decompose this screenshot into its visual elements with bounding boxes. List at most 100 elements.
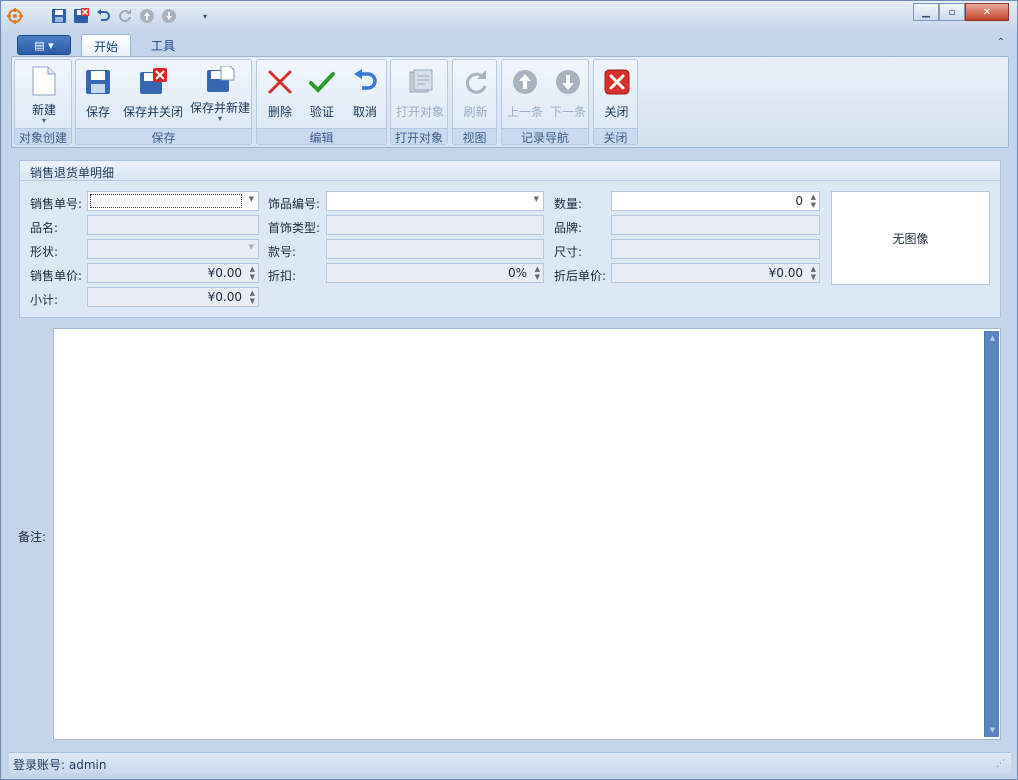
remarks-textarea[interactable]: ▲ ▼ [53, 328, 1001, 740]
close-red-icon [601, 66, 633, 98]
undo-icon [349, 66, 381, 98]
title-bar: ▾ ▁ ▫ ✕ [1, 1, 1017, 31]
group-close: 关闭 关闭 [593, 59, 638, 145]
group-object-create: 新建 ▾ 对象创建 [14, 59, 72, 145]
group-title: 保存 [76, 128, 251, 145]
spin-arrows-icon[interactable]: ▲ ▼ [250, 289, 255, 305]
remarks-scrollbar[interactable]: ▲ ▼ [984, 331, 999, 737]
app-orb-icon[interactable] [5, 6, 25, 26]
group-title: 打开对象 [391, 128, 447, 145]
new-document-icon [28, 66, 60, 96]
discounted-price-spinner[interactable]: ¥0.00 ▲ ▼ [611, 263, 820, 283]
customize-icon[interactable]: ▾ [195, 6, 215, 26]
delete-button[interactable]: 删除 [261, 62, 299, 122]
style-no-label: 款号: [268, 245, 297, 259]
product-name-field[interactable] [87, 215, 259, 235]
main-window: ▾ ▁ ▫ ✕ ▤ ▾ 开始 工具 ⌃ 新建 ▾ 对象创建 保存 保存并关闭 保… [0, 0, 1018, 780]
focus-rect [90, 194, 242, 208]
save-and-new-button[interactable]: 保存并新建 ▾ [190, 62, 250, 123]
minimize-button[interactable]: ▁ [913, 3, 939, 21]
sales-no-combobox[interactable]: ▼ [87, 191, 259, 211]
ribbon: 新建 ▾ 对象创建 保存 保存并关闭 保存并新建 ▾ 保存 删除 验证 取消 编… [11, 56, 1009, 148]
dropdown-caret-icon: ▾ [41, 116, 46, 125]
unit-price-label: 销售单价: [30, 269, 83, 283]
quick-access-toolbar: ▾ [5, 4, 217, 28]
open-object-icon [404, 66, 436, 98]
quantity-label: 数量: [554, 197, 583, 211]
jewelry-type-label: 首饰类型: [268, 221, 321, 235]
window-controls: ▁ ▫ ✕ [913, 3, 1009, 21]
brand-label: 品牌: [554, 221, 583, 235]
refresh-button[interactable]: 刷新 [455, 62, 496, 122]
discount-label: 折扣: [268, 269, 297, 283]
item-image: 无图像 [831, 191, 990, 285]
group-title: 对象创建 [15, 128, 71, 145]
new-button[interactable]: 新建 ▾ [21, 62, 67, 125]
remarks-label: 备注: [18, 530, 47, 544]
validate-button[interactable]: 验证 [303, 62, 341, 122]
quantity-spinner[interactable]: 0 ▲ ▼ [611, 191, 820, 211]
panel-title: 销售退货单明细 [20, 161, 1000, 181]
spin-arrows-icon[interactable]: ▲ ▼ [535, 265, 540, 281]
maximize-button[interactable]: ▫ [939, 3, 965, 21]
save-and-close-button[interactable]: 保存并关闭 [122, 62, 184, 122]
dropdown-arrow-icon[interactable]: ▼ [249, 195, 254, 203]
close-button[interactable]: 关闭 [596, 62, 637, 122]
scroll-down-icon[interactable]: ▼ [985, 723, 1000, 737]
brand-field[interactable] [611, 215, 820, 235]
status-bar: 登录账号: admin ⋰ [9, 752, 1011, 774]
subtotal-label: 小计: [30, 293, 59, 307]
unit-price-spinner[interactable]: ¥0.00 ▲ ▼ [87, 263, 259, 283]
shape-combobox[interactable]: ▼ [87, 239, 259, 259]
scroll-up-icon[interactable]: ▲ [985, 331, 1000, 345]
size-label: 尺寸: [554, 245, 583, 259]
undo-icon[interactable] [93, 6, 113, 26]
open-object-button[interactable]: 打开对象 [393, 62, 447, 122]
floppy-save-icon [82, 66, 114, 98]
discounted-price-label: 折后单价: [554, 269, 607, 283]
sales-no-label: 销售单号: [30, 197, 83, 211]
next-record-button[interactable]: 下一条 [547, 62, 589, 122]
cancel-button[interactable]: 取消 [346, 62, 384, 122]
dropdown-arrow-icon[interactable]: ▼ [534, 195, 539, 203]
up-icon[interactable] [137, 6, 157, 26]
group-title: 视图 [453, 128, 496, 145]
dropdown-arrow-icon[interactable]: ▼ [249, 243, 254, 251]
group-edit: 删除 验证 取消 编辑 [256, 59, 387, 145]
dropdown-caret-icon: ▾ [217, 114, 222, 123]
style-no-field[interactable] [326, 239, 544, 259]
save-icon[interactable] [49, 6, 69, 26]
item-code-combobox[interactable]: ▼ [326, 191, 544, 211]
tab-start[interactable]: 开始 [81, 34, 132, 57]
discount-spinner[interactable]: 0% ▲ ▼ [326, 263, 544, 283]
ribbon-tab-row: ▤ ▾ 开始 工具 ⌃ [11, 33, 1009, 57]
subtotal-spinner[interactable]: ¥0.00 ▲ ▼ [87, 287, 259, 307]
group-view: 刷新 视图 [452, 59, 497, 145]
arrow-up-icon [509, 66, 541, 98]
save-button[interactable]: 保存 [80, 62, 116, 122]
application-menu-button[interactable]: ▤ ▾ [17, 35, 71, 55]
delete-x-icon [264, 66, 296, 98]
down-icon[interactable] [159, 6, 179, 26]
jewelry-type-field[interactable] [326, 215, 544, 235]
save-new-icon [204, 66, 236, 94]
spin-arrows-icon[interactable]: ▲ ▼ [250, 265, 255, 281]
arrow-down-icon [552, 66, 584, 98]
spin-arrows-icon[interactable]: ▲ ▼ [811, 193, 816, 209]
shape-label: 形状: [30, 245, 59, 259]
size-field[interactable] [611, 239, 820, 259]
save-close-icon[interactable] [71, 6, 91, 26]
login-account-text: 登录账号: admin [13, 758, 107, 772]
collapse-ribbon-icon[interactable]: ⌃ [997, 37, 1005, 48]
resize-grip-icon[interactable]: ⋰ [996, 759, 1005, 769]
close-window-button[interactable]: ✕ [965, 3, 1009, 21]
group-record-nav: 上一条 下一条 记录导航 [501, 59, 589, 145]
spin-arrows-icon[interactable]: ▲ ▼ [811, 265, 816, 281]
redo-icon[interactable] [115, 6, 135, 26]
group-save: 保存 保存并关闭 保存并新建 ▾ 保存 [75, 59, 252, 145]
product-name-label: 品名: [30, 221, 59, 235]
tab-tools[interactable]: 工具 [139, 34, 187, 57]
previous-record-button[interactable]: 上一条 [504, 62, 546, 122]
item-code-label: 饰品编号: [268, 197, 321, 211]
group-open-object: 打开对象 打开对象 [390, 59, 448, 145]
